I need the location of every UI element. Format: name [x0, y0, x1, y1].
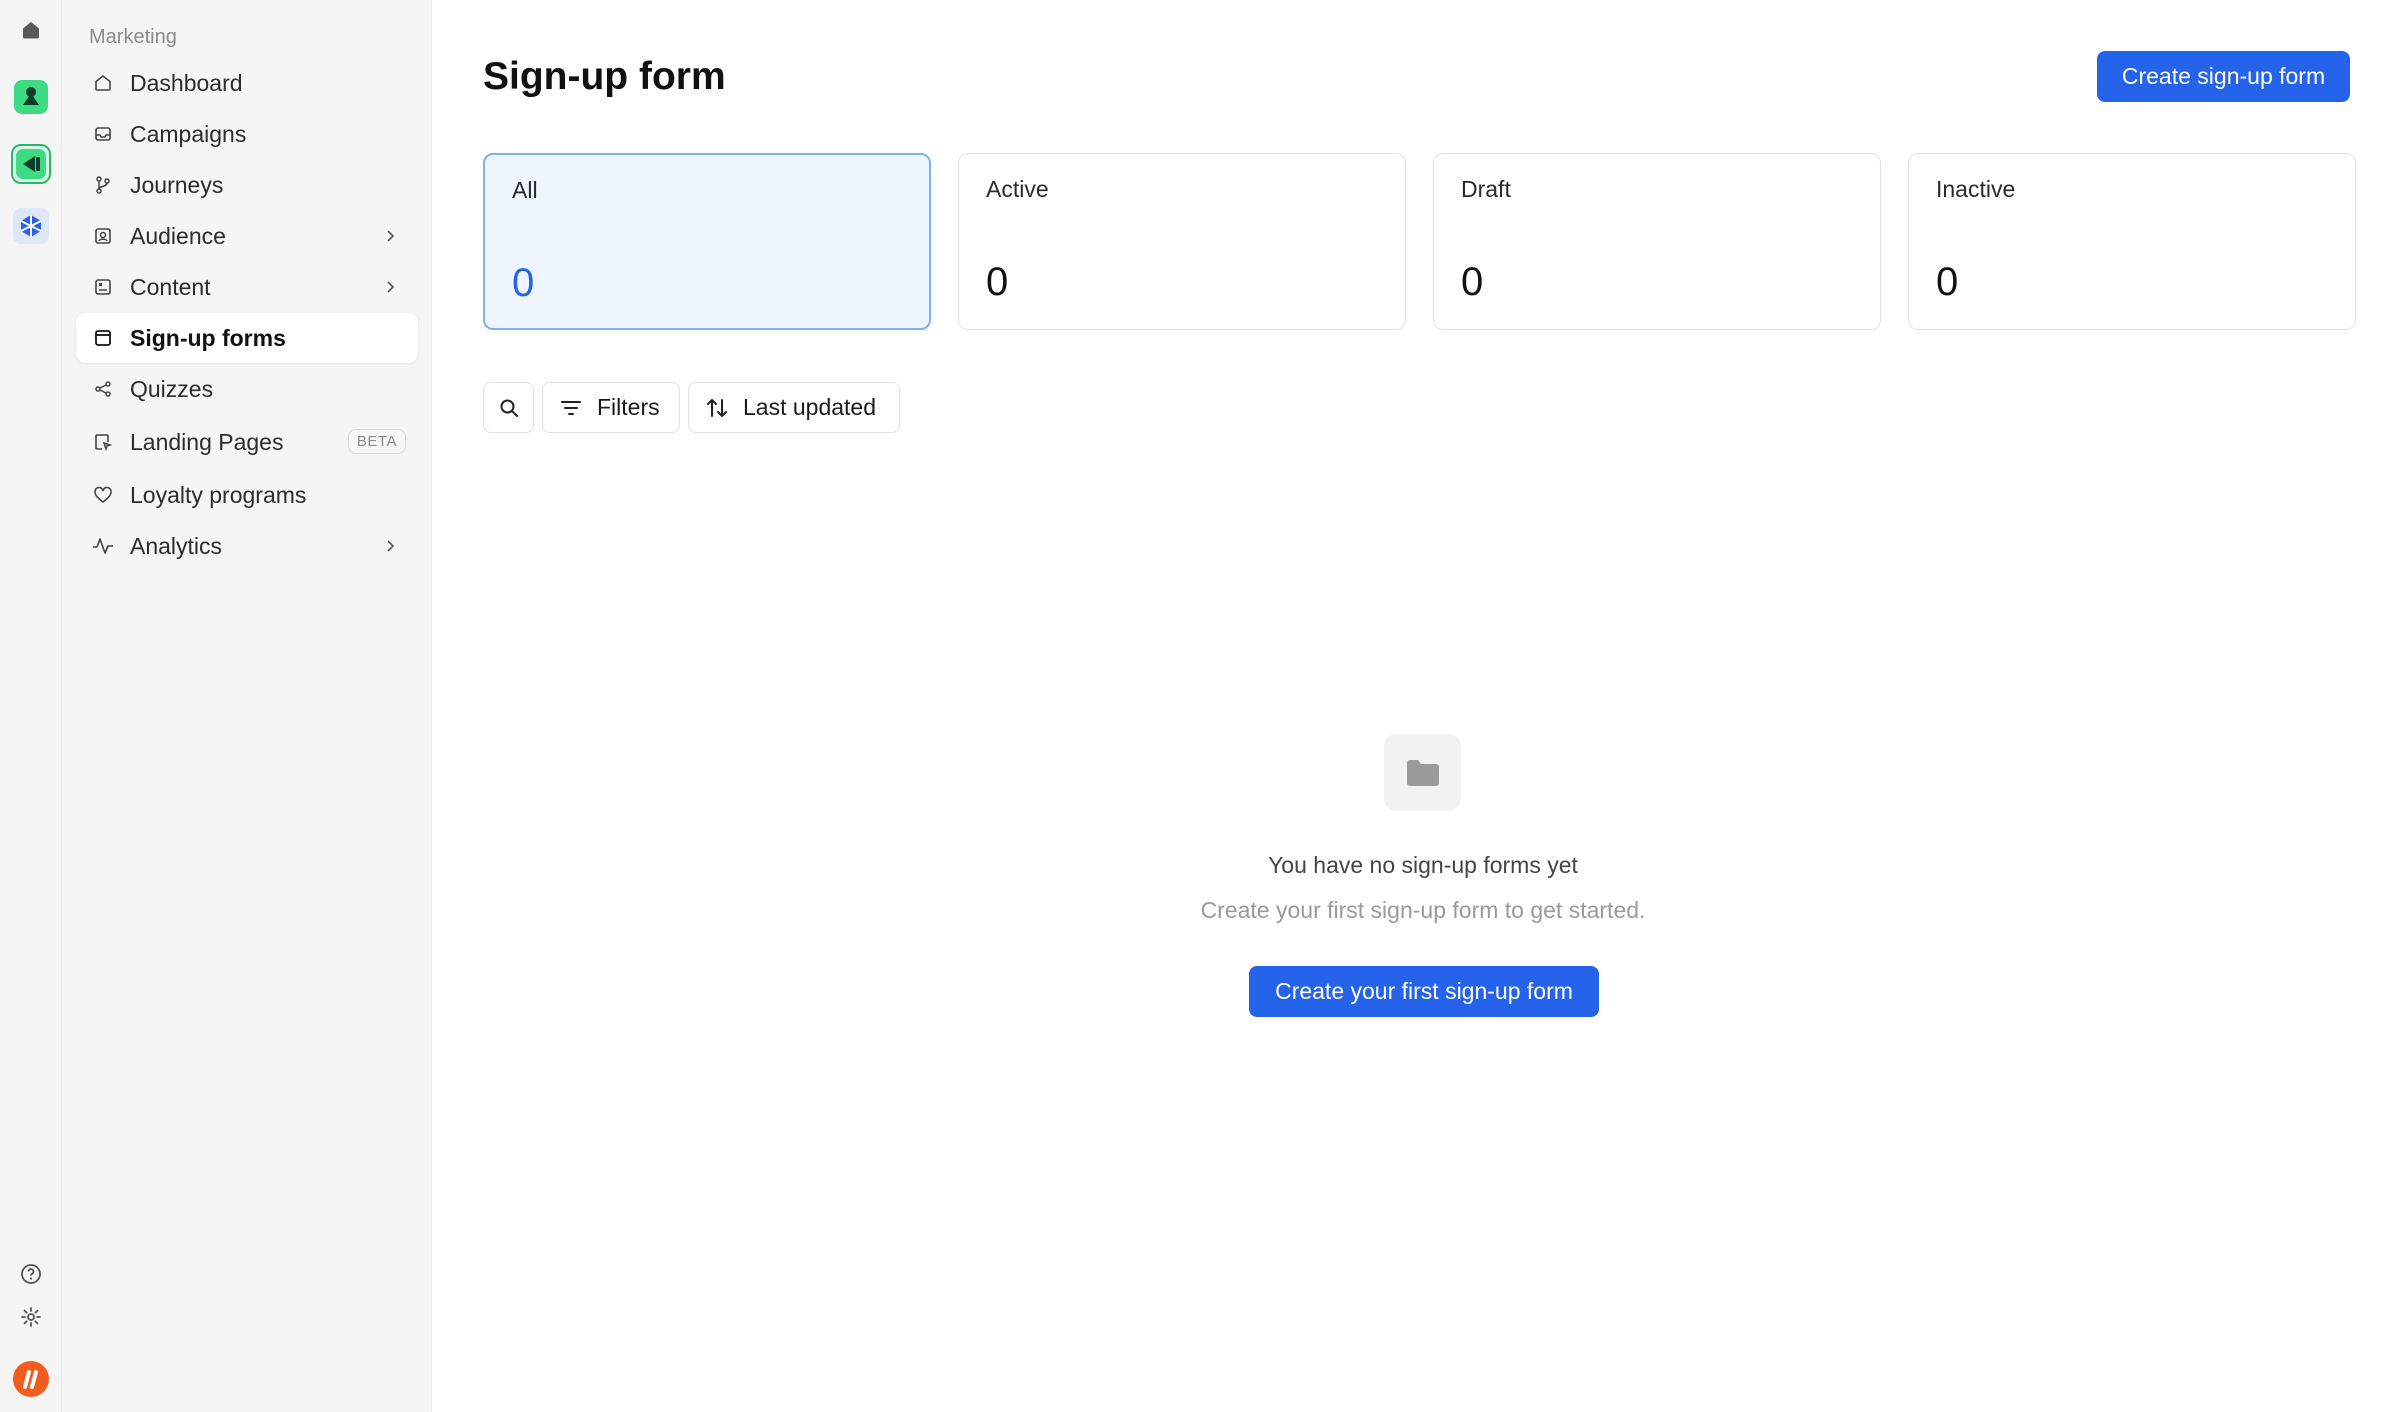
sidebar-item-quizzes[interactable]: Quizzes — [76, 364, 418, 414]
app-green-icon[interactable] — [11, 77, 51, 117]
empty-state-title: You have no sign-up forms yet — [1268, 852, 1578, 878]
search-icon — [500, 399, 518, 417]
stat-value: 0 — [512, 261, 535, 305]
stat-card-active[interactable]: Active 0 — [958, 153, 1406, 330]
empty-state-subtitle: Create your first sign-up form to get st… — [1200, 897, 1646, 923]
content-icon — [92, 276, 114, 298]
chevron-right-icon — [387, 230, 395, 242]
sidebar-section-label: Marketing — [89, 26, 177, 48]
page-title: Sign-up form — [483, 55, 726, 98]
activity-icon — [92, 535, 114, 557]
beta-badge: BETA — [347, 429, 406, 454]
stat-card-inactive[interactable]: Inactive 0 — [1908, 153, 2356, 330]
sidebar-item-loyalty-programs[interactable]: Loyalty programs — [76, 470, 418, 520]
stat-value: 0 — [986, 260, 1009, 304]
home-icon[interactable] — [11, 10, 51, 50]
sort-button[interactable]: Last updated — [688, 382, 900, 433]
empty-state-icon-box — [1384, 734, 1461, 811]
sidebar-item-label: Dashboard — [130, 69, 243, 96]
sidebar-item-campaigns[interactable]: Campaigns — [76, 109, 418, 159]
contacts-icon — [92, 225, 114, 247]
stat-value: 0 — [1936, 260, 1959, 304]
sidebar-item-sign-up-forms[interactable]: Sign-up forms — [76, 313, 418, 363]
stat-card-draft[interactable]: Draft 0 — [1433, 153, 1881, 330]
stat-value: 0 — [1461, 260, 1484, 304]
search-button[interactable] — [483, 382, 534, 433]
stat-card-all[interactable]: All 0 — [483, 153, 931, 330]
app-marketing-icon[interactable] — [11, 144, 51, 184]
app-rail — [0, 0, 62, 1412]
sidebar-item-label: Loyalty programs — [130, 481, 307, 508]
create-sign-up-form-button[interactable]: Create sign-up form — [2097, 51, 2350, 102]
sidebar-item-content[interactable]: Content — [76, 262, 418, 312]
stat-label: All — [512, 177, 538, 203]
inbox-icon — [92, 123, 114, 145]
home-outline-icon — [92, 72, 114, 94]
filter-icon — [561, 400, 581, 415]
sidebar-item-label: Journeys — [130, 171, 224, 198]
brand-logo-icon[interactable] — [11, 1359, 51, 1399]
sidebar-item-audience[interactable]: Audience — [76, 211, 418, 261]
sidebar-item-label: Quizzes — [130, 375, 214, 402]
app-blue-icon[interactable] — [11, 206, 51, 246]
sidebar-item-analytics[interactable]: Analytics — [76, 521, 418, 571]
create-first-sign-up-form-button[interactable]: Create your first sign-up form — [1249, 966, 1599, 1017]
chevron-right-icon — [387, 540, 395, 552]
filters-label: Filters — [597, 394, 660, 420]
sidebar-item-label: Landing Pages — [130, 428, 284, 455]
stat-label: Inactive — [1936, 176, 2016, 202]
folder-icon — [1406, 759, 1439, 786]
chevron-right-icon — [387, 281, 395, 293]
heart-icon — [92, 484, 114, 506]
landing-page-icon — [92, 431, 114, 453]
sidebar-item-journeys[interactable]: Journeys — [76, 160, 418, 210]
filters-button[interactable]: Filters — [542, 382, 680, 433]
sort-icon — [707, 398, 727, 417]
sidebar-item-dashboard[interactable]: Dashboard — [76, 58, 418, 108]
form-icon — [92, 327, 114, 349]
sidebar-item-label: Campaigns — [130, 120, 247, 147]
stat-label: Active — [986, 176, 1049, 202]
quiz-icon — [92, 378, 114, 400]
stat-label: Draft — [1461, 176, 1511, 202]
sort-label: Last updated — [743, 394, 877, 420]
sidebar-item-label: Analytics — [130, 532, 223, 559]
sidebar-item-label: Content — [130, 273, 211, 300]
sidebar: Marketing Dashboard Campaigns Journeys A… — [62, 0, 432, 1412]
branch-icon — [92, 174, 114, 196]
sidebar-item-label: Sign-up forms — [130, 324, 286, 351]
sidebar-item-landing-pages[interactable]: Landing Pages BETA — [76, 417, 418, 467]
help-icon[interactable] — [11, 1254, 51, 1294]
main-content: Sign-up form Create sign-up form All 0 A… — [433, 0, 2400, 1412]
settings-icon[interactable] — [11, 1297, 51, 1337]
sidebar-item-label: Audience — [130, 222, 226, 249]
